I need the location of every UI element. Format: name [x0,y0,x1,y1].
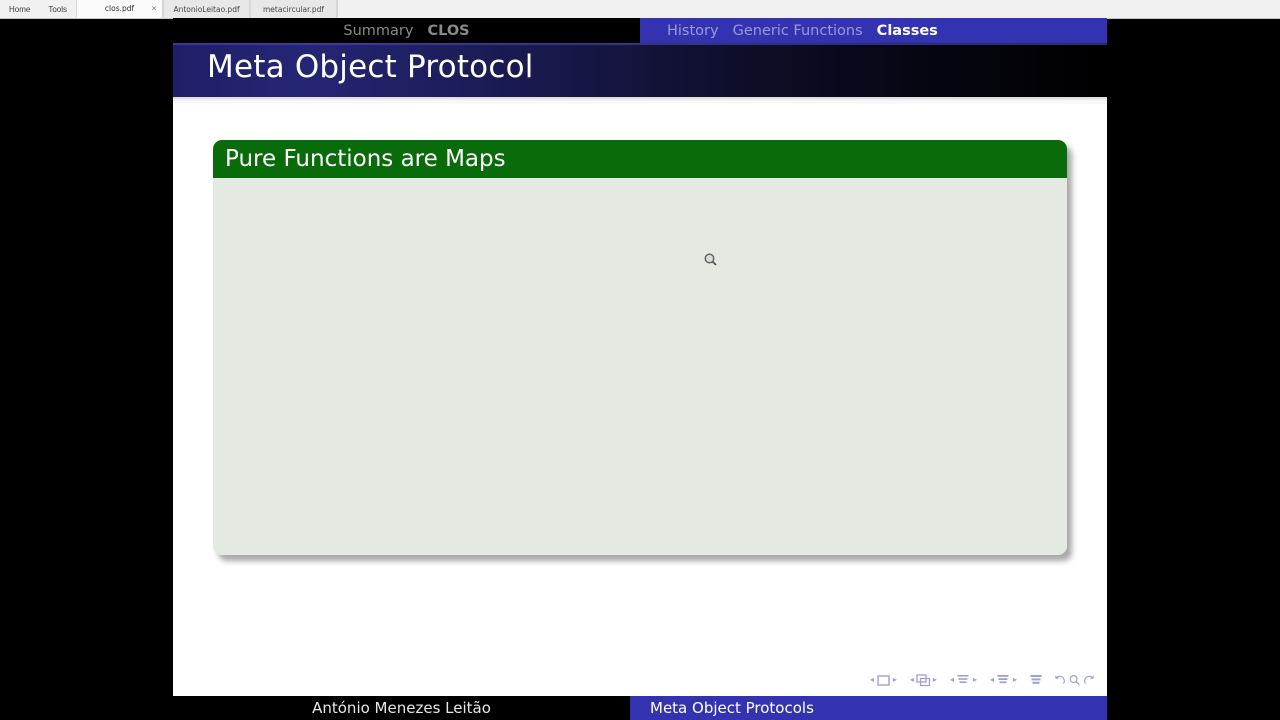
beamer-navigation-symbols: ◂ ▸ ◂ ▸ ◂ ▸ ◂ ▸ [868,672,1097,688]
section-navigation-icon[interactable] [996,674,1011,687]
mouse-cursor-icon [703,252,719,268]
frame-navigation-group: ◂ ▸ [908,673,939,687]
frame-title-bar: Meta Object Protocol [173,43,1107,97]
block-title-bar: Pure Functions are Maps [213,140,1067,178]
document-tab-label: AntonioLeitao.pdf [173,4,240,14]
subsection-navigation-group: History Generic Functions Classes [640,18,1107,43]
nav-section-summary[interactable]: Summary [336,23,420,39]
document-tab-clos[interactable]: clos.pdf × [76,0,164,18]
menu-home[interactable]: Home [0,0,39,18]
screen: Home Tools clos.pdf × AntonioLeitao.pdf … [0,0,1280,720]
frame-title-top-rule [173,43,1107,45]
page-title: Meta Object Protocol [207,49,534,85]
document-tab-metacircular[interactable]: metacircular.pdf [250,0,338,18]
document-navigation-group [1028,674,1043,687]
footline-title: Meta Object Protocols [650,699,814,717]
block-title-label: Pure Functions are Maps [225,146,506,172]
block-body [213,178,1067,555]
prev-frame-arrow-icon[interactable]: ◂ [908,676,916,684]
next-slide-arrow-icon[interactable]: ▸ [891,676,899,684]
subsection-navigation-icon[interactable] [956,674,971,687]
nav-subsection-generic-functions[interactable]: Generic Functions [726,23,870,39]
document-tab-label: metacircular.pdf [262,4,325,14]
menu-tools[interactable]: Tools [39,0,76,18]
prev-slide-arrow-icon[interactable]: ◂ [868,676,876,684]
slide-head-navigation: Summary CLOS History Generic Functions C… [173,18,1107,43]
frame-title-underline [173,97,1107,102]
slide-footline: António Menezes Leitão Meta Object Proto… [173,696,1107,720]
slide-navigation-group: ◂ ▸ [868,674,899,687]
tab-strip-filler [337,0,1280,18]
next-frame-arrow-icon[interactable]: ▸ [931,676,939,684]
footline-author-segment: António Menezes Leitão [173,696,630,720]
document-tab-antonioleitao[interactable]: AntonioLeitao.pdf [163,0,251,18]
history-navigation-group [1052,674,1097,687]
next-section-arrow-icon[interactable]: ▸ [1011,676,1019,684]
document-tab-label: clos.pdf [104,4,135,13]
undo-arrow-icon[interactable] [1052,674,1067,687]
pdf-page: Summary CLOS History Generic Functions C… [173,18,1107,720]
prev-subsection-arrow-icon[interactable]: ◂ [948,676,956,684]
close-icon[interactable]: × [151,5,157,12]
browser-tab-strip: Home Tools clos.pdf × AntonioLeitao.pdf … [0,0,1280,19]
section-navigation-group: Summary CLOS [173,18,640,43]
frame-navigation-icon[interactable] [916,673,931,687]
content-block: Pure Functions are Maps [213,140,1072,561]
next-subsection-arrow-icon[interactable]: ▸ [971,676,979,684]
slide-navigation-icon[interactable] [876,674,891,687]
section-navigation-group-symbol: ◂ ▸ [988,674,1019,687]
nav-section-clos[interactable]: CLOS [420,23,476,39]
redo-arrow-icon[interactable] [1082,674,1097,687]
footline-author: António Menezes Leitão [312,699,491,717]
nav-subsection-classes[interactable]: Classes [870,23,945,39]
subsection-navigation-group-symbol: ◂ ▸ [948,674,979,687]
magnifier-icon[interactable] [1067,674,1082,687]
nav-subsection-history[interactable]: History [660,23,726,39]
prev-section-arrow-icon[interactable]: ◂ [988,676,996,684]
document-navigation-icon[interactable] [1028,674,1043,687]
footline-title-segment: Meta Object Protocols [630,696,1107,720]
